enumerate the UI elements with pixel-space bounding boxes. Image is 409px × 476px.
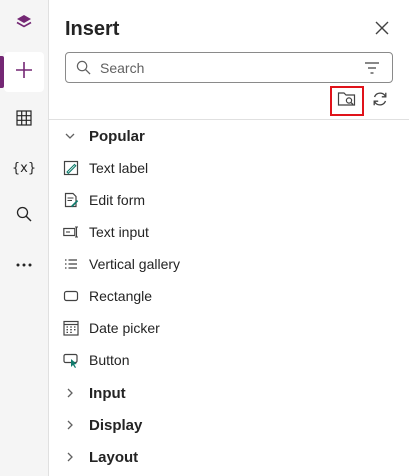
panel-title: Insert: [65, 18, 120, 40]
group-input[interactable]: Input: [49, 377, 409, 409]
edit-form-icon: [63, 192, 79, 208]
table-icon: [16, 109, 32, 131]
browse-folder-button[interactable]: [330, 86, 364, 116]
tree-view-button[interactable]: [4, 4, 44, 44]
control-label: Text input: [89, 224, 149, 240]
refresh-button[interactable]: [363, 86, 397, 116]
close-icon: [375, 21, 389, 40]
search-rail-button[interactable]: [4, 196, 44, 236]
control-rectangle[interactable]: Rectangle: [49, 280, 409, 312]
insert-button[interactable]: [4, 52, 44, 92]
layers-icon: [15, 13, 33, 36]
search-icon: [76, 60, 91, 80]
chevron-right-icon: [64, 418, 76, 436]
insert-panel: Insert Search Popular Text label Edit fo…: [49, 0, 409, 476]
group-popular[interactable]: Popular: [49, 120, 409, 152]
date-picker-icon: [63, 320, 79, 336]
more-button[interactable]: [4, 244, 44, 284]
variables-button[interactable]: {x}: [4, 148, 44, 188]
group-display[interactable]: Display: [49, 409, 409, 441]
control-label: Text label: [89, 160, 149, 176]
control-label: Vertical gallery: [89, 256, 181, 272]
control-label: Date picker: [89, 320, 160, 336]
chevron-down-icon: [64, 129, 76, 147]
control-vertical-gallery[interactable]: Vertical gallery: [49, 248, 409, 280]
refresh-icon: [371, 90, 389, 113]
chevron-right-icon: [64, 386, 76, 404]
rectangle-icon: [63, 288, 79, 304]
chevron-right-icon: [64, 450, 76, 468]
more-icon: [15, 255, 33, 273]
control-date-picker[interactable]: Date picker: [49, 312, 409, 344]
plus-icon: [15, 61, 33, 84]
search-input[interactable]: [100, 58, 340, 78]
close-button[interactable]: [371, 19, 393, 41]
control-label: Button: [89, 352, 130, 368]
control-label: Rectangle: [89, 288, 153, 304]
vertical-gallery-icon: [63, 256, 79, 272]
control-text-input[interactable]: Text input: [49, 216, 409, 248]
control-edit-form[interactable]: Edit form: [49, 184, 409, 216]
control-text-label[interactable]: Text label: [49, 152, 409, 184]
group-label: Display: [89, 416, 143, 434]
text-input-icon: [63, 224, 79, 240]
variable-icon: {x}: [11, 160, 37, 176]
control-label: Edit form: [89, 192, 146, 208]
search-box: [65, 52, 393, 83]
left-rail: {x}: [0, 0, 49, 476]
group-layout[interactable]: Layout: [49, 441, 409, 473]
group-label: Popular: [89, 127, 145, 145]
control-button[interactable]: Button: [49, 344, 409, 376]
text-label-icon: [63, 160, 79, 176]
group-label: Input: [89, 384, 126, 402]
button-icon: [63, 352, 79, 368]
folder-search-icon: [337, 90, 357, 113]
group-label: Layout: [89, 448, 139, 466]
search-icon: [16, 206, 32, 227]
filter-icon[interactable]: [364, 61, 380, 80]
data-button[interactable]: [4, 100, 44, 140]
